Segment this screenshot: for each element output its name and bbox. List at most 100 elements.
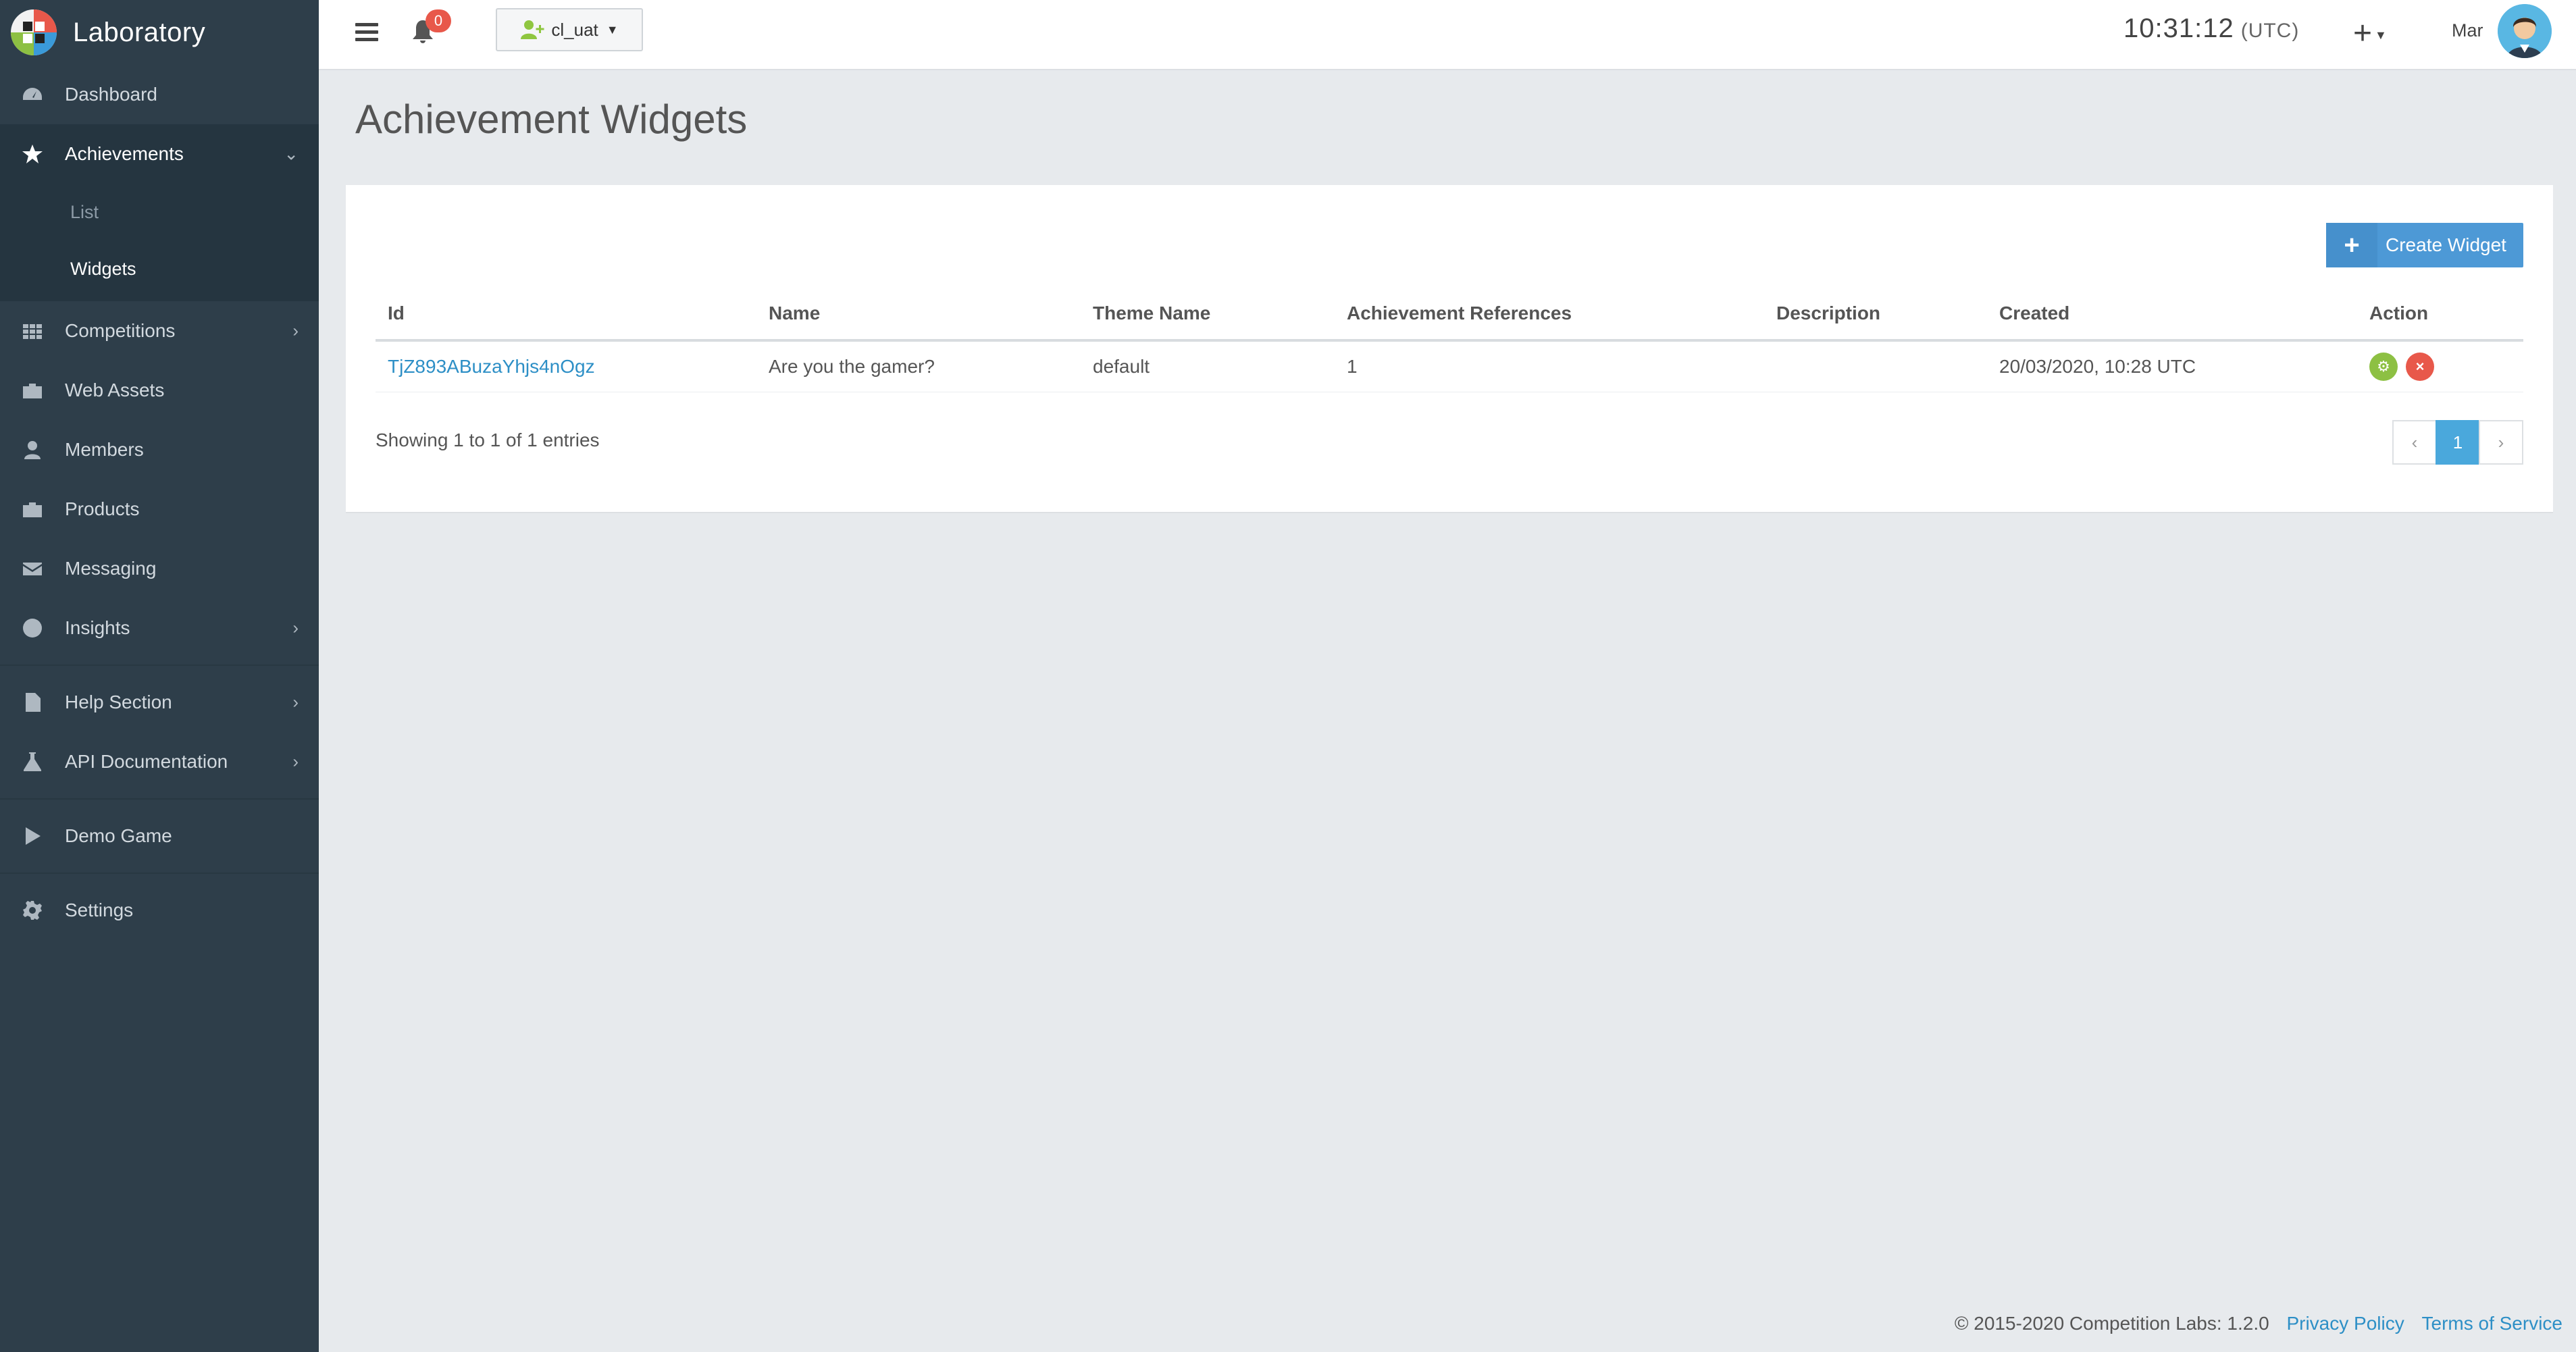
column-header-id[interactable]: Id — [376, 288, 756, 342]
page-title: Achievement Widgets — [355, 97, 748, 142]
sidebar-item-members[interactable]: Members — [0, 420, 319, 479]
chevron-right-icon: › — [292, 751, 299, 772]
envelope-icon — [20, 556, 45, 581]
sidebar-item-settings[interactable]: Settings — [0, 881, 319, 940]
sidebar-item-label: Messaging — [65, 558, 157, 579]
column-header-description[interactable]: Description — [1764, 288, 1987, 342]
terms-of-service-link[interactable]: Terms of Service — [2422, 1313, 2563, 1334]
notifications-button[interactable]: 0 — [411, 9, 451, 46]
cell-refs: 1 — [1335, 340, 1764, 392]
plus-icon: + — [2326, 223, 2377, 267]
sidebar-item-messaging[interactable]: Messaging — [0, 539, 319, 598]
table-header-row: Id Name Theme Name Achievement Reference… — [376, 288, 2523, 342]
pagination: ‹ 1 › — [2392, 420, 2523, 465]
flask-icon — [20, 750, 45, 774]
chevron-right-icon: › — [292, 617, 299, 638]
star-icon — [20, 142, 45, 166]
clock: 10:31:12 (UTC) — [2123, 14, 2299, 44]
sidebar-item-dashboard[interactable]: Dashboard — [0, 65, 319, 124]
sidebar-subitem-widgets[interactable]: Widgets — [0, 240, 319, 297]
caret-down-icon: ▼ — [2375, 28, 2387, 42]
sidebar-item-help-section[interactable]: Help Section › — [0, 673, 319, 732]
cell-theme: default — [1081, 340, 1335, 392]
chevron-down-icon: ⌄ — [284, 143, 299, 164]
notification-count-badge: 0 — [426, 9, 451, 32]
cell-action: ⚙ × — [2357, 340, 2523, 392]
sidebar: Laboratory Dashboard Achievements ⌄ List… — [0, 0, 319, 1352]
sidebar-item-label: Competitions — [65, 320, 176, 341]
sidebar-item-web-assets[interactable]: Web Assets — [0, 361, 319, 420]
sidebar-item-label: Members — [65, 439, 144, 460]
sidebar-item-achievements[interactable]: Achievements ⌄ — [0, 124, 319, 184]
clock-timezone: (UTC) — [2240, 20, 2300, 42]
chevron-right-icon: › — [292, 320, 299, 341]
sidebar-item-label: Settings — [65, 900, 134, 920]
sidebar-item-products[interactable]: Products — [0, 479, 319, 539]
achievements-submenu: List Widgets — [0, 184, 319, 301]
sidebar-divider — [0, 873, 319, 874]
avatar[interactable] — [2498, 4, 2552, 58]
pagination-next[interactable]: › — [2479, 420, 2523, 465]
grid-icon — [20, 319, 45, 343]
laboratory-logo-icon — [11, 9, 57, 55]
privacy-policy-link[interactable]: Privacy Policy — [2286, 1313, 2404, 1334]
sidebar-item-competitions[interactable]: Competitions › — [0, 301, 319, 361]
brand[interactable]: Laboratory — [0, 0, 319, 65]
column-header-achievement-references[interactable]: Achievement References — [1335, 288, 1764, 342]
page-header: Achievement Widgets — [319, 72, 2576, 185]
cell-created: 20/03/2020, 10:28 UTC — [1987, 340, 2357, 392]
widgets-table: Id Name Theme Name Achievement Reference… — [376, 288, 2523, 392]
cell-id[interactable]: TjZ893ABuzaYhjs4nOgz — [376, 340, 756, 392]
globe-icon — [20, 616, 45, 640]
cell-description — [1764, 340, 1987, 392]
widgets-panel: + Create Widget Id Name Theme Name Achie… — [346, 185, 2553, 513]
brand-name: Laboratory — [73, 17, 206, 47]
sidebar-subitem-list[interactable]: List — [0, 184, 319, 240]
widget-id-link[interactable]: TjZ893ABuzaYhjs4nOgz — [388, 356, 595, 377]
play-icon — [20, 824, 45, 848]
dashboard-icon — [20, 82, 45, 107]
avatar-image — [2498, 4, 2552, 58]
table-row: TjZ893ABuzaYhjs4nOgz Are you the gamer? … — [376, 340, 2523, 392]
delete-close-icon[interactable]: × — [2406, 352, 2434, 381]
column-header-theme-name[interactable]: Theme Name — [1081, 288, 1335, 342]
sidebar-item-label: Insights — [65, 617, 130, 638]
sidebar-item-api-documentation[interactable]: API Documentation › — [0, 732, 319, 791]
hamburger-menu-icon[interactable] — [355, 23, 378, 42]
edit-gear-icon[interactable]: ⚙ — [2369, 352, 2398, 381]
sidebar-divider — [0, 665, 319, 666]
gear-icon — [20, 898, 45, 922]
account-switch-dropdown[interactable]: cl_uat ▼ — [496, 8, 643, 51]
sidebar-item-demo-game[interactable]: Demo Game — [0, 806, 319, 866]
quick-add-dropdown[interactable]: + ▼ — [2353, 15, 2387, 52]
topbar: 0 cl_uat ▼ 10:31:12 (UTC) + ▼ Mar — [319, 0, 2576, 70]
briefcase-icon — [20, 497, 45, 521]
sidebar-item-label: Products — [65, 498, 140, 519]
create-widget-button[interactable]: + Create Widget — [2326, 223, 2523, 267]
user-name[interactable]: Mar — [2452, 20, 2483, 41]
create-widget-label: Create Widget — [2386, 234, 2506, 255]
sidebar-item-insights[interactable]: Insights › — [0, 598, 319, 658]
copyright: © 2015-2020 Competition Labs: 1.2.0 — [1954, 1313, 2269, 1334]
footer: © 2015-2020 Competition Labs: 1.2.0 Priv… — [1955, 1313, 2562, 1334]
pagination-prev[interactable]: ‹ — [2392, 420, 2437, 465]
sidebar-item-label: API Documentation — [65, 751, 228, 772]
account-name: cl_uat — [551, 19, 598, 40]
sidebar-item-label: Achievements — [65, 143, 184, 164]
caret-down-icon: ▼ — [606, 22, 619, 36]
sidebar-item-label: Dashboard — [65, 84, 157, 105]
sidebar-item-label: Web Assets — [65, 380, 165, 400]
user-plus-icon — [521, 20, 544, 39]
plus-icon: + — [2353, 16, 2373, 51]
pagination-page[interactable]: 1 — [2436, 420, 2480, 465]
column-header-created[interactable]: Created — [1987, 288, 2357, 342]
sidebar-item-label: Demo Game — [65, 825, 172, 846]
chevron-right-icon: › — [292, 692, 299, 712]
column-header-action: Action — [2357, 288, 2523, 342]
sidebar-item-label: Help Section — [65, 692, 172, 712]
user-icon — [20, 438, 45, 462]
cell-name: Are you the gamer? — [756, 340, 1081, 392]
clock-time: 10:31:12 — [2123, 14, 2234, 43]
column-header-name[interactable]: Name — [756, 288, 1081, 342]
sidebar-divider — [0, 798, 319, 800]
